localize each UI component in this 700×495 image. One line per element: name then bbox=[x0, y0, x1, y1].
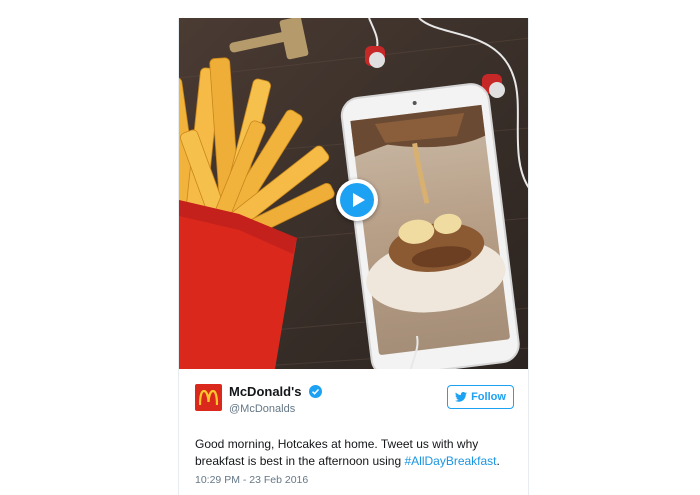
tweet-timestamp[interactable]: 10:29 PM - 23 Feb 2016 bbox=[195, 474, 308, 486]
author-block: McDonald's @McDonalds bbox=[229, 383, 322, 415]
author-name[interactable]: McDonald's bbox=[229, 384, 301, 399]
avatar[interactable] bbox=[195, 384, 222, 411]
tweet-text-end: . bbox=[496, 454, 500, 468]
hashtag-link[interactable]: #AllDayBreakfast bbox=[404, 454, 496, 468]
follow-button[interactable]: Follow bbox=[447, 385, 514, 409]
play-button[interactable] bbox=[336, 179, 378, 221]
twitter-bird-icon bbox=[455, 392, 468, 402]
author-handle[interactable]: @McDonalds bbox=[229, 403, 322, 415]
follow-label: Follow bbox=[471, 391, 506, 403]
tweet-header: McDonald's @McDonalds Follow bbox=[179, 369, 528, 429]
play-icon bbox=[340, 183, 374, 217]
tweet-video-media[interactable] bbox=[179, 18, 528, 369]
tweet-card: McDonald's @McDonalds Follow Good mornin… bbox=[178, 18, 529, 495]
verified-badge-icon bbox=[308, 385, 322, 399]
mcdonalds-logo-icon bbox=[199, 390, 218, 405]
tweet-text: Good morning, Hotcakes at home. Tweet us… bbox=[195, 436, 515, 470]
